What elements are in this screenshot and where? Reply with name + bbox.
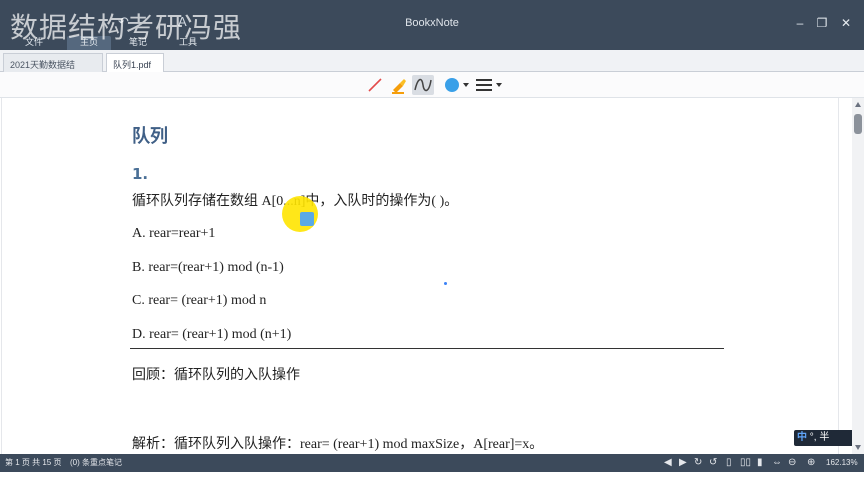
section-title: 队列 (132, 126, 168, 147)
option-d: D. rear= (rear+1) mod (n+1) (132, 327, 292, 342)
tab-queue-pdf[interactable]: 队列1.pdf× (106, 53, 164, 83)
review-text: 回顾：循环队列的入队操作 (132, 368, 300, 383)
zoom-out-icon[interactable]: ⊖ (788, 454, 796, 472)
page-edge (838, 98, 839, 454)
refresh-icon[interactable]: ↻ (694, 454, 702, 472)
line-style-picker[interactable] (474, 75, 506, 95)
bottom-margin (0, 472, 864, 486)
fit-width-icon[interactable]: ⇔ (772, 454, 782, 472)
prev-page-icon[interactable]: ◀ (664, 454, 672, 472)
single-page-icon[interactable]: ▯ (726, 454, 732, 472)
vertical-scrollbar[interactable] (852, 98, 864, 454)
notes-count[interactable]: (0) 条重点笔记 (70, 454, 122, 472)
tab-tianqin-pdf[interactable]: 2021天勤数据结构.pdf× (3, 53, 103, 85)
option-a: A. rear=rear+1 (132, 226, 216, 241)
rotate-icon[interactable]: ↺ (709, 454, 717, 472)
close-icon[interactable]: ✕ (838, 16, 854, 30)
highlighter-icon[interactable] (388, 75, 410, 95)
pdf-page[interactable] (0, 98, 852, 454)
analysis-text: 解析：循环队列入队操作：rear= (rear+1) mod maxSize，A… (132, 437, 544, 452)
scroll-down-icon[interactable] (855, 445, 861, 450)
ime-lang: 中 (797, 432, 807, 443)
line-icon[interactable] (364, 75, 386, 95)
color-picker[interactable] (442, 75, 472, 95)
tab-label: 队列1.pdf (113, 60, 152, 70)
status-bar: 第 1 页 共 15 页 (0) 条重点笔记 ◀ ▶ ↻ ↺ ▯ ▯▯ ▮ ⇔ … (0, 454, 864, 472)
title-bar: 数据结构考研冯强 BookxNote ↶ A 文件 主页 笔记 工具 – ❐ ✕ (0, 0, 864, 50)
annotation-toolbar (0, 72, 864, 98)
zoom-in-icon[interactable]: ⊕ (807, 454, 815, 472)
zoom-level[interactable]: 162.13% (826, 454, 858, 472)
document-tabs: 2021天勤数据结构.pdf× 队列1.pdf× (0, 50, 864, 85)
minimize-icon[interactable]: – (792, 16, 808, 30)
scroll-up-icon[interactable] (855, 102, 861, 107)
scroll-thumb[interactable] (854, 114, 862, 134)
cursor-icon (300, 212, 314, 226)
scroll-mode-icon[interactable]: ▮ (757, 454, 763, 472)
watermark: 数据结构考研冯强 (10, 11, 243, 44)
two-page-icon[interactable]: ▯▯ (740, 454, 751, 472)
freehand-icon[interactable] (412, 75, 434, 95)
page-edge (1, 98, 2, 454)
bookxnote-window: 数据结构考研冯强 BookxNote ↶ A 文件 主页 笔记 工具 – ❐ ✕… (0, 0, 864, 486)
option-b: B. rear=(rear+1) mod (n-1) (132, 260, 284, 275)
ime-mode: °, 半 (809, 432, 830, 443)
maximize-icon[interactable]: ❐ (814, 16, 830, 30)
annotation-dot (444, 282, 447, 285)
question-number: 1. (132, 165, 149, 183)
page-indicator: 第 1 页 共 15 页 (5, 458, 62, 467)
divider (130, 348, 724, 349)
next-page-icon[interactable]: ▶ (679, 454, 687, 472)
option-c: C. rear= (rear+1) mod n (132, 293, 267, 308)
